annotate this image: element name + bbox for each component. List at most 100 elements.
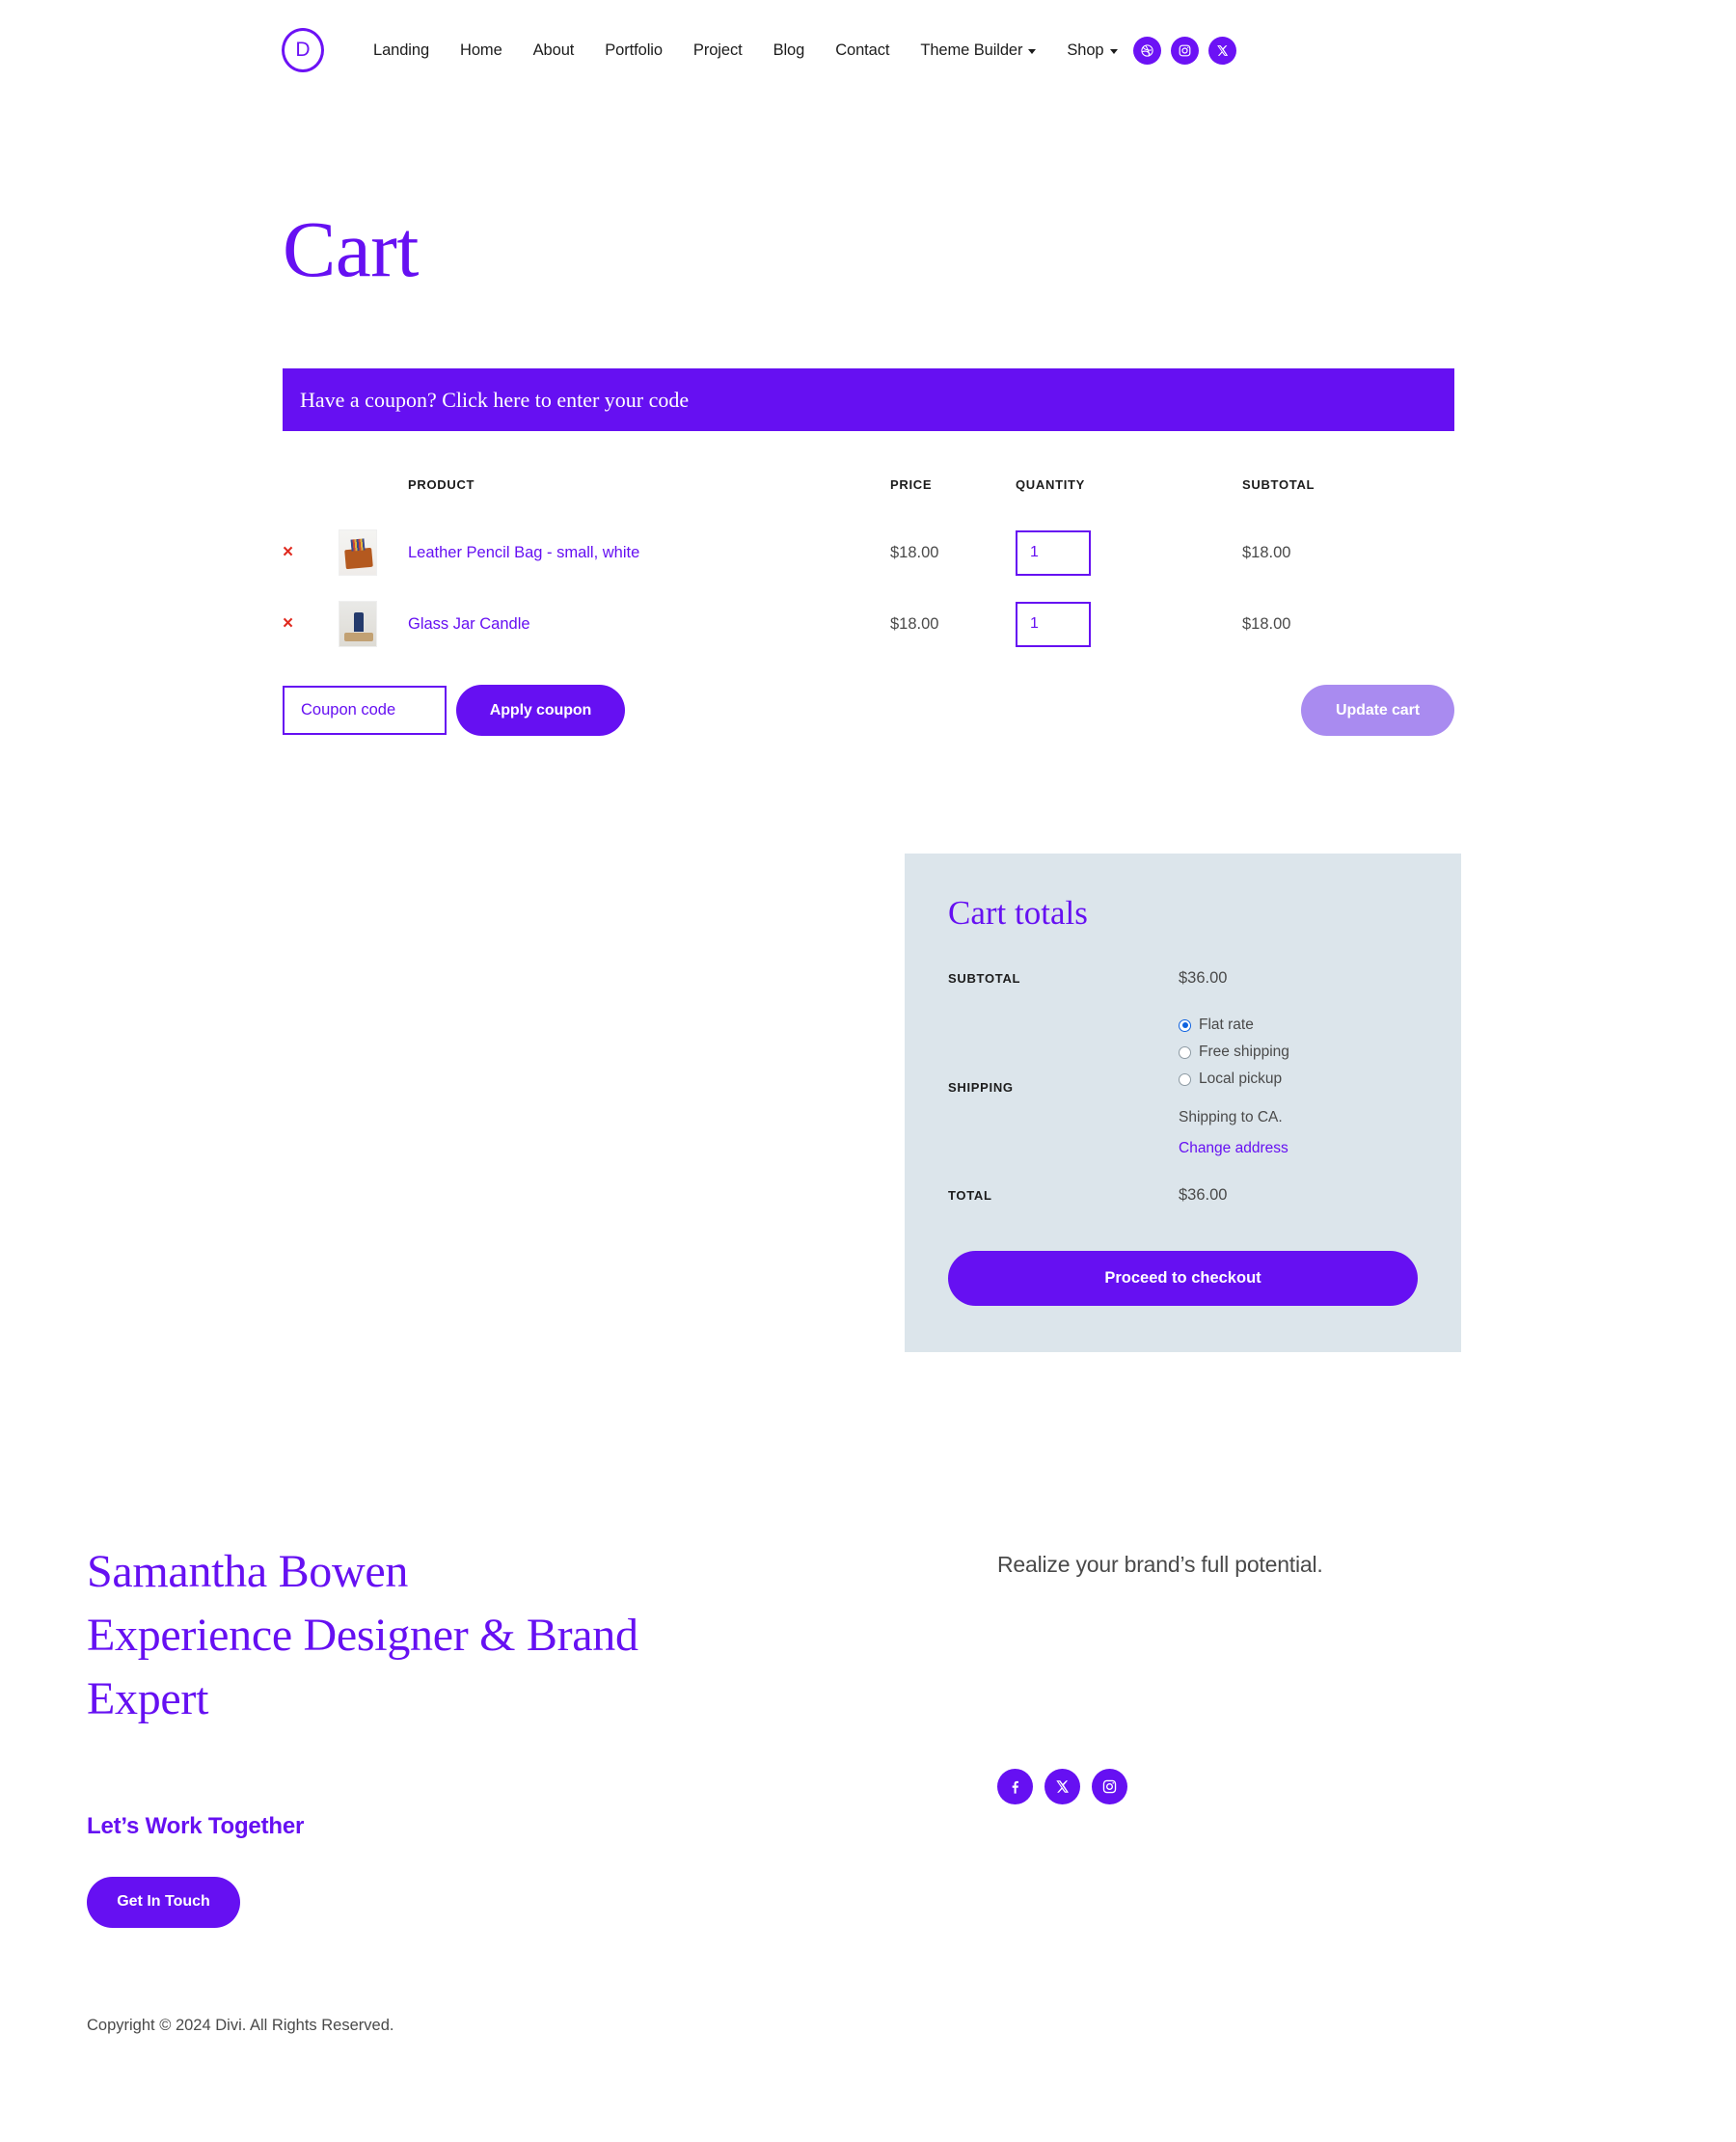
cart-table-body: × Leather Pencil Bag - small, white $18.… bbox=[283, 517, 1454, 660]
footer-social-links bbox=[997, 1769, 1323, 1804]
chevron-down-icon bbox=[1028, 48, 1037, 54]
product-cell: Leather Pencil Bag - small, white bbox=[408, 517, 890, 588]
subtotal-value: $18.00 bbox=[1242, 543, 1291, 561]
radio-icon[interactable] bbox=[1179, 1072, 1191, 1086]
header-social-links bbox=[1132, 36, 1236, 65]
quantity-input[interactable] bbox=[1016, 601, 1091, 647]
nav-label: Theme Builder bbox=[920, 41, 1023, 59]
x-icon[interactable] bbox=[1044, 1769, 1080, 1804]
radio-icon[interactable] bbox=[1179, 1018, 1191, 1032]
subtotal-row: SUBTOTAL $36.00 bbox=[948, 969, 1418, 988]
total-row: TOTAL $36.00 bbox=[948, 1186, 1418, 1205]
remove-item-icon[interactable]: × bbox=[283, 543, 302, 561]
column-subtotal: SUBTOTAL bbox=[1242, 477, 1316, 492]
nav-label: Contact bbox=[835, 41, 890, 59]
subtotal-value: $18.00 bbox=[1242, 614, 1291, 633]
x-icon[interactable] bbox=[1207, 36, 1236, 65]
divi-logo-icon: D bbox=[282, 28, 324, 72]
remove-item-icon[interactable]: × bbox=[283, 614, 302, 633]
facebook-icon[interactable] bbox=[997, 1769, 1033, 1804]
quantity-cell bbox=[1016, 588, 1242, 660]
dribbble-icon[interactable] bbox=[1132, 36, 1161, 65]
site-footer: Samantha Bowen Experience Designer & Bra… bbox=[0, 1352, 1736, 2074]
cart-items-table: PRODUCT PRICE QUANTITY SUBTOTAL × Leathe… bbox=[283, 477, 1454, 660]
nav-item-shop[interactable]: Shop bbox=[1051, 41, 1132, 60]
footer-columns: Samantha Bowen Experience Designer & Bra… bbox=[87, 1540, 1649, 1928]
nav-item-theme-builder[interactable]: Theme Builder bbox=[905, 41, 1051, 60]
proceed-to-checkout-button[interactable]: Proceed to checkout bbox=[948, 1251, 1418, 1306]
remove-cell: × bbox=[283, 588, 339, 660]
footer-left-column: Samantha Bowen Experience Designer & Bra… bbox=[87, 1540, 897, 1928]
coupon-code-input[interactable] bbox=[283, 686, 447, 735]
remove-cell: × bbox=[283, 517, 339, 588]
instagram-icon[interactable] bbox=[1170, 36, 1199, 65]
get-in-touch-button[interactable]: Get In Touch bbox=[87, 1876, 240, 1928]
shipping-row: SHIPPING Flat rate Free shipping Local p… bbox=[948, 1017, 1418, 1157]
product-cell: Glass Jar Candle bbox=[408, 588, 890, 660]
product-thumbnail-icon[interactable] bbox=[339, 529, 377, 576]
nav-item-landing[interactable]: Landing bbox=[373, 41, 445, 60]
price-value: $18.00 bbox=[890, 614, 939, 633]
nav-item-contact[interactable]: Contact bbox=[820, 41, 905, 60]
footer-heading-line-1: Samantha Bowen bbox=[87, 1546, 409, 1597]
nav-item-about[interactable]: About bbox=[518, 41, 590, 60]
shipping-option-local-pickup[interactable]: Local pickup bbox=[1179, 1071, 1289, 1088]
column-quantity: QUANTITY bbox=[1016, 477, 1086, 492]
shipping-option-free-shipping[interactable]: Free shipping bbox=[1179, 1044, 1289, 1061]
lets-work-together-heading: Let’s Work Together bbox=[87, 1812, 305, 1839]
page-title: Cart bbox=[283, 204, 419, 293]
table-row: × Glass Jar Candle $18.00 $18.00 bbox=[283, 588, 1454, 660]
coupon-banner-label: Have a coupon? Click here to enter your … bbox=[300, 387, 690, 412]
column-price: PRICE bbox=[890, 477, 933, 492]
footer-heading-line-2: Experience Designer & Brand bbox=[87, 1610, 638, 1662]
update-cart-button[interactable]: Update cart bbox=[1301, 685, 1454, 736]
cart-table-header-row: PRODUCT PRICE QUANTITY SUBTOTAL bbox=[283, 477, 1454, 517]
column-thumbnail bbox=[339, 477, 408, 517]
main-content: Cart Have a coupon? Click here to enter … bbox=[0, 209, 1736, 2074]
coupon-banner[interactable]: Have a coupon? Click here to enter your … bbox=[283, 368, 1454, 431]
nav-item-portfolio[interactable]: Portfolio bbox=[589, 41, 678, 60]
apply-coupon-button[interactable]: Apply coupon bbox=[456, 685, 625, 736]
site-logo[interactable]: D bbox=[282, 28, 324, 72]
nav-label: Project bbox=[692, 41, 743, 59]
footer-tagline: Realize your brand’s full potential. bbox=[997, 1552, 1323, 1577]
chevron-down-icon bbox=[1109, 48, 1118, 54]
instagram-icon[interactable] bbox=[1092, 1769, 1127, 1804]
shipping-option-label: Flat rate bbox=[1199, 1017, 1254, 1033]
nav-item-home[interactable]: Home bbox=[445, 41, 518, 60]
coupon-actions-row: Apply coupon Update cart bbox=[283, 685, 1454, 736]
price-value: $18.00 bbox=[890, 543, 939, 561]
cart-totals-panel: Cart totals SUBTOTAL $36.00 SHIPPING Fla… bbox=[905, 854, 1461, 1352]
shipping-option-label: Local pickup bbox=[1199, 1071, 1283, 1087]
site-header: D Landing Home About Portfolio Project B… bbox=[0, 0, 1736, 100]
footer-heading: Samantha Bowen Experience Designer & Bra… bbox=[87, 1540, 897, 1732]
shipping-option-flat-rate[interactable]: Flat rate bbox=[1179, 1017, 1289, 1034]
footer-right-column: Realize your brand’s full potential. bbox=[997, 1540, 1323, 1804]
total-amount: $36.00 bbox=[1179, 1186, 1228, 1204]
cart-table-head: PRODUCT PRICE QUANTITY SUBTOTAL bbox=[283, 477, 1454, 517]
product-link[interactable]: Glass Jar Candle bbox=[408, 615, 530, 633]
nav-item-blog[interactable]: Blog bbox=[758, 41, 821, 60]
shipping-option-label: Free shipping bbox=[1199, 1044, 1289, 1060]
radio-icon[interactable] bbox=[1179, 1045, 1191, 1059]
subtotal-label: SUBTOTAL bbox=[948, 971, 1021, 986]
product-link[interactable]: Leather Pencil Bag - small, white bbox=[408, 544, 639, 561]
thumbnail-cell bbox=[339, 517, 408, 588]
quantity-input[interactable] bbox=[1016, 529, 1091, 576]
copyright-text: Copyright © 2024 Divi. All Rights Reserv… bbox=[87, 2016, 394, 2034]
nav-label: About bbox=[532, 41, 575, 59]
nav-label: Home bbox=[460, 41, 502, 59]
product-thumbnail-icon[interactable] bbox=[339, 601, 377, 647]
thumbnail-cell bbox=[339, 588, 408, 660]
nav-label: Portfolio bbox=[605, 41, 663, 59]
quantity-cell bbox=[1016, 517, 1242, 588]
cart-section: Have a coupon? Click here to enter your … bbox=[283, 368, 1454, 736]
cart-totals-title: Cart totals bbox=[948, 894, 1088, 932]
nav-item-project[interactable]: Project bbox=[678, 41, 758, 60]
shipping-label: SHIPPING bbox=[948, 1079, 1014, 1095]
table-row: × Leather Pencil Bag - small, white $18.… bbox=[283, 517, 1454, 588]
column-remove bbox=[283, 477, 339, 517]
change-address-link[interactable]: Change address bbox=[1179, 1140, 1289, 1157]
main-navigation: Landing Home About Portfolio Project Blo… bbox=[373, 41, 1133, 60]
total-label: TOTAL bbox=[948, 1188, 992, 1203]
